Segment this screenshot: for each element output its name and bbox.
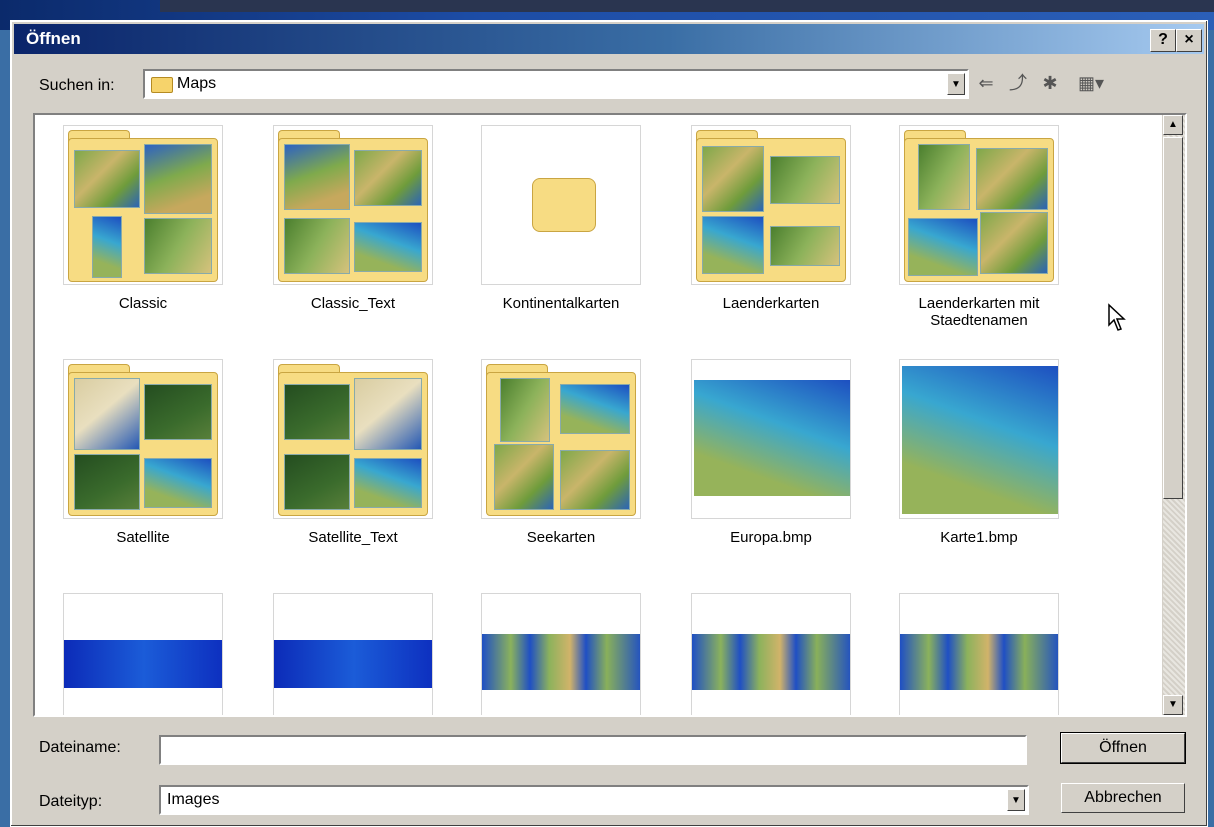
folder-thumbnail bbox=[273, 359, 433, 519]
folder-icon bbox=[532, 178, 596, 232]
background-window-edge bbox=[160, 0, 1214, 12]
title-bar[interactable]: Öffnen ? × bbox=[14, 24, 1204, 54]
image-thumbnail bbox=[273, 593, 433, 715]
item-label: Satellite_Text bbox=[308, 529, 398, 546]
filename-input[interactable] bbox=[159, 735, 1027, 765]
scroll-down-button[interactable]: ▼ bbox=[1163, 695, 1183, 715]
up-folder-icon[interactable]: ⤴ bbox=[1005, 71, 1031, 95]
view-menu-icon[interactable]: ▦▾ bbox=[1071, 71, 1111, 95]
open-dialog: Öffnen ? × Suchen in: Maps ▼ ⇐ ⤴ ✱ ▦▾ Cl… bbox=[10, 20, 1208, 827]
item-label: Europa.bmp bbox=[730, 529, 812, 546]
chevron-down-icon[interactable]: ▼ bbox=[947, 73, 965, 95]
file-list[interactable]: Classic Classic_Text Kontinentalkarten L… bbox=[33, 113, 1187, 717]
image-thumbnail bbox=[899, 359, 1059, 519]
new-folder-icon[interactable]: ✱ bbox=[1037, 71, 1063, 95]
item-label: Karte1.bmp bbox=[940, 529, 1018, 546]
item-label: Kontinentalkarten bbox=[502, 295, 620, 312]
look-in-label: Suchen in: bbox=[39, 77, 115, 94]
scroll-thumb[interactable] bbox=[1163, 137, 1183, 499]
item-label: Classic bbox=[118, 295, 168, 312]
folder-thumbnail bbox=[691, 125, 851, 285]
vertical-scrollbar[interactable]: ▲ ▼ bbox=[1162, 115, 1185, 715]
folder-thumbnail bbox=[899, 125, 1059, 285]
folder-thumbnail bbox=[63, 359, 223, 519]
chevron-down-icon[interactable]: ▼ bbox=[1007, 789, 1025, 811]
cancel-button[interactable]: Abbrechen bbox=[1061, 783, 1185, 813]
filetype-select[interactable]: Images ▼ bbox=[159, 785, 1029, 815]
help-button[interactable]: ? bbox=[1150, 29, 1176, 52]
folder-thumbnail bbox=[63, 125, 223, 285]
folder-thumbnail bbox=[481, 359, 641, 519]
look-in-combo[interactable]: Maps ▼ bbox=[143, 69, 969, 99]
item-label: Laenderkarten mit Staedtenamen bbox=[918, 295, 1040, 329]
look-in-value: Maps bbox=[177, 75, 217, 92]
item-label: Classic_Text bbox=[310, 295, 396, 312]
close-button[interactable]: × bbox=[1176, 29, 1202, 52]
folder-thumbnail bbox=[481, 125, 641, 285]
item-label: Seekarten bbox=[526, 529, 596, 546]
image-thumbnail bbox=[691, 359, 851, 519]
item-label: Satellite bbox=[116, 529, 170, 546]
open-button[interactable]: Öffnen bbox=[1060, 732, 1186, 764]
dialog-title: Öffnen bbox=[26, 29, 81, 48]
folder-thumbnail bbox=[273, 125, 433, 285]
item-label: Laenderkarten bbox=[722, 295, 820, 312]
filetype-value: Images bbox=[167, 791, 220, 808]
folder-icon bbox=[151, 77, 173, 93]
image-thumbnail bbox=[691, 593, 851, 715]
mouse-cursor-icon bbox=[1108, 303, 1126, 331]
image-thumbnail bbox=[63, 593, 223, 715]
image-thumbnail bbox=[481, 593, 641, 715]
filename-label: Dateiname: bbox=[39, 739, 121, 756]
filetype-label: Dateityp: bbox=[39, 793, 103, 810]
back-icon[interactable]: ⇐ bbox=[973, 71, 999, 95]
scroll-up-button[interactable]: ▲ bbox=[1163, 115, 1183, 135]
image-thumbnail bbox=[899, 593, 1059, 715]
